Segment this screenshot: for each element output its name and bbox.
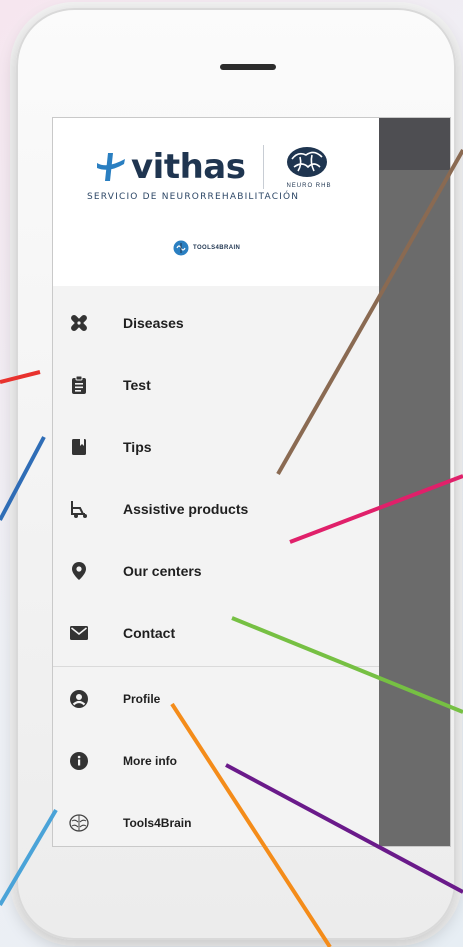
clipboard-icon [69, 375, 89, 395]
logo-divider [263, 145, 265, 189]
menu-item-label: Tools4Brain [123, 816, 192, 830]
wheelchair-icon [69, 499, 89, 519]
menu-item-tools4brain[interactable]: Tools4Brain [53, 800, 379, 846]
envelope-icon [69, 623, 89, 643]
brand-name: vithas [131, 147, 246, 187]
menu-item-diseases[interactable]: Diseases [53, 300, 379, 346]
app-screen: vithas NEURO RHB SERVICIO DE NEURORREHAB… [52, 117, 451, 847]
tools4brain-logo-label: TOOLS4BRAIN [193, 245, 241, 251]
info-circle-icon [69, 751, 89, 771]
phone-frame: vithas NEURO RHB SERVICIO DE NEURORREHAB… [16, 8, 456, 940]
neuro-rhb-label: NEURO RHB [286, 183, 332, 189]
drawer-header: vithas NEURO RHB SERVICIO DE NEURORREHAB… [53, 118, 379, 286]
bandage-icon [69, 313, 89, 333]
brain-logo-icon [287, 147, 328, 177]
menu-item-profile[interactable]: Profile [53, 676, 379, 722]
drawer-scrim[interactable] [379, 118, 450, 846]
phone-speaker [220, 64, 276, 70]
menu-item-assistive-products[interactable]: Assistive products [53, 486, 379, 532]
menu-item-label: Profile [123, 692, 161, 706]
menu-item-more-info[interactable]: More info [53, 738, 379, 784]
service-label: SERVICIO DE NEURORREHABILITACIÓN [87, 192, 300, 202]
brain-icon [69, 813, 89, 833]
vithas-cross-icon [97, 153, 125, 181]
menu-item-test[interactable]: Test [53, 362, 379, 408]
notebook-icon [69, 437, 89, 457]
menu-item-contact[interactable]: Contact [53, 610, 379, 656]
menu-item-tips[interactable]: Tips [53, 424, 379, 470]
tools4brain-logo-icon [173, 240, 189, 256]
user-circle-icon [69, 689, 89, 709]
navigation-drawer: vithas NEURO RHB SERVICIO DE NEURORREHAB… [53, 118, 379, 846]
menu-item-label: Our centers [123, 563, 202, 579]
menu-item-label: Test [123, 377, 151, 393]
menu-divider [53, 666, 379, 667]
menu-item-label: Assistive products [123, 501, 249, 517]
app-bar-behind-scrim [379, 118, 450, 170]
menu-item-our-centers[interactable]: Our centers [53, 548, 379, 594]
tools4brain-logo: TOOLS4BRAIN [173, 240, 240, 256]
menu-item-label: More info [123, 754, 177, 768]
brand-logo-row: vithas NEURO RHB [93, 142, 334, 192]
menu-item-label: Tips [123, 439, 152, 455]
menu-item-label: Diseases [123, 315, 184, 331]
location-pin-icon [69, 561, 89, 581]
neuro-rhb-logo: NEURO RHB [284, 143, 334, 191]
menu-item-label: Contact [123, 625, 176, 641]
